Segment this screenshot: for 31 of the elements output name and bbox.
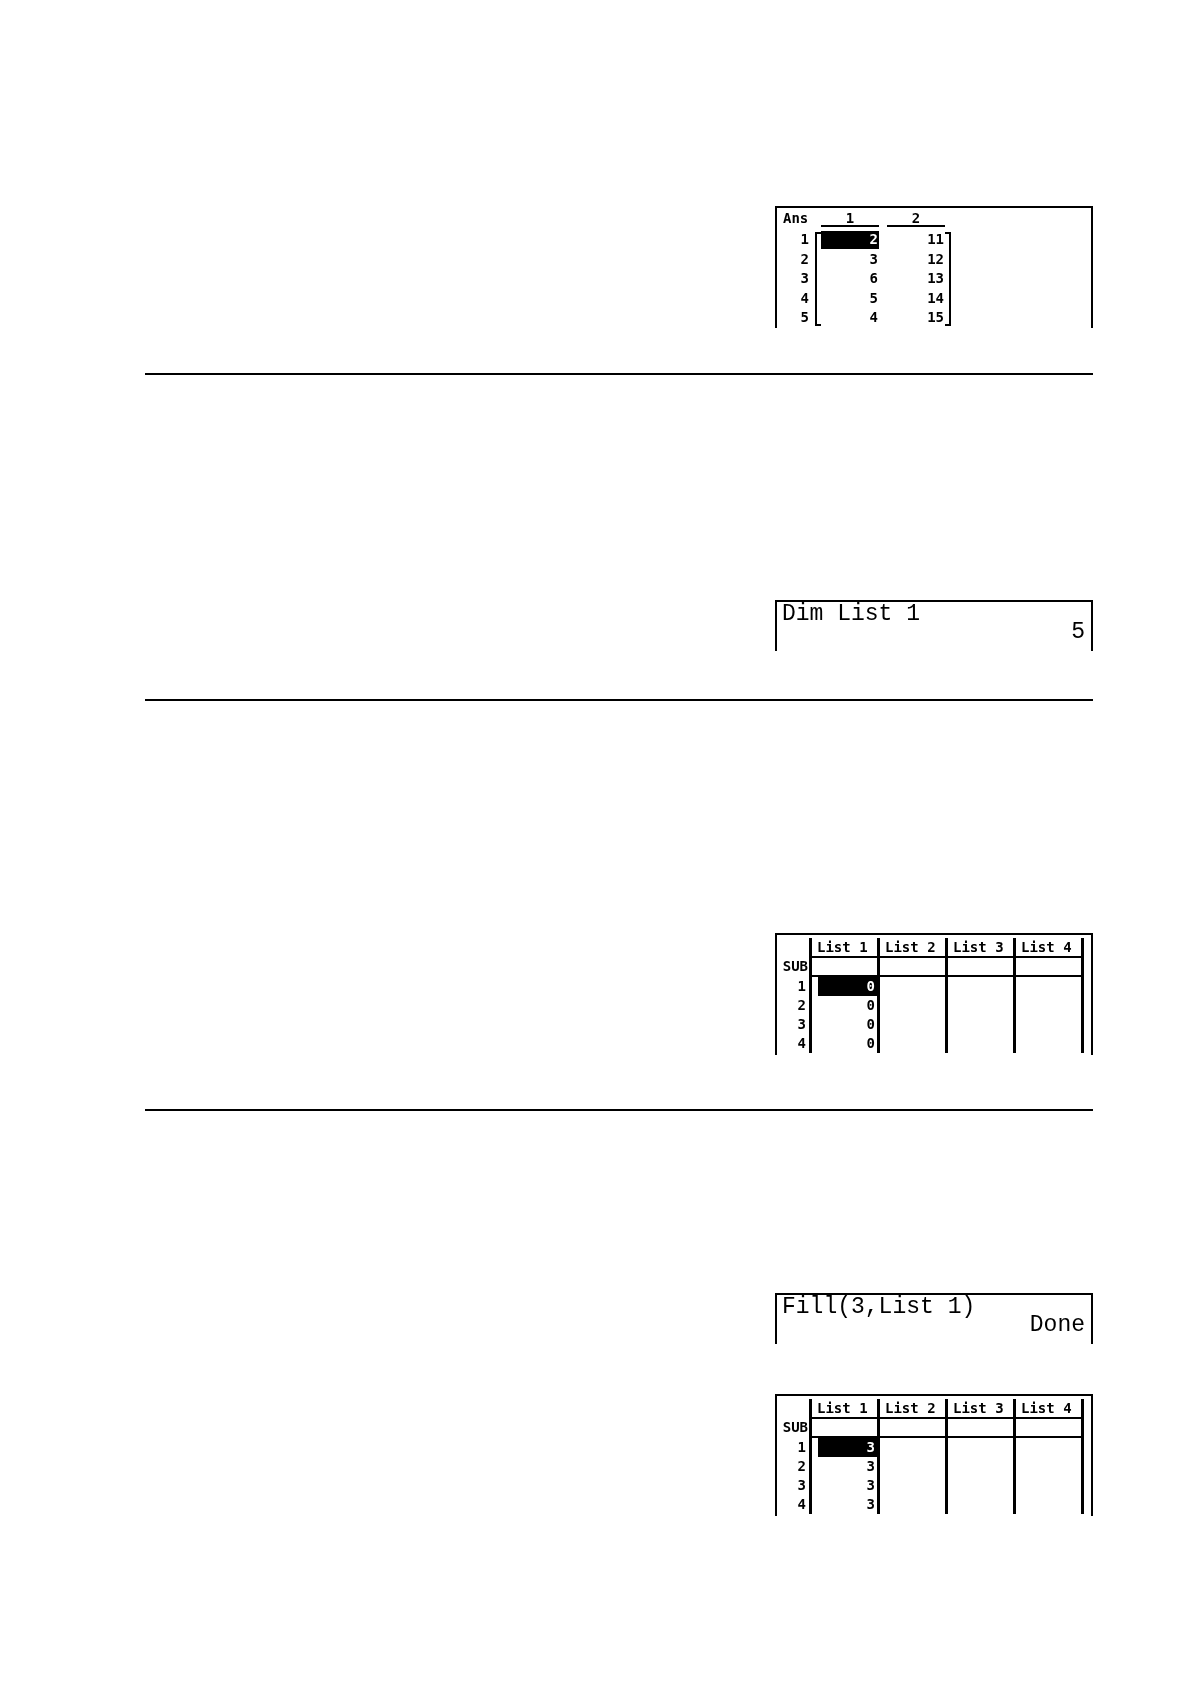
row-label: 4 — [797, 1034, 806, 1053]
column-header[interactable]: List 2 — [880, 1399, 936, 1417]
row-label: 3 — [797, 1476, 806, 1495]
result-text: Done — [1029, 1316, 1085, 1334]
matrix-name: Ans — [783, 211, 809, 225]
sub-label: SUB — [782, 958, 808, 975]
row-label: 2 — [797, 996, 806, 1015]
matrix-cell[interactable]: 2 — [821, 231, 879, 249]
row-label: 4 — [797, 1495, 806, 1514]
sub-label: SUB — [782, 1419, 808, 1436]
row-label: 1 — [800, 230, 809, 249]
column-header: 1 — [821, 211, 879, 227]
result-text: 5 — [1071, 623, 1085, 641]
row-label: 3 — [797, 1015, 806, 1034]
column-header[interactable]: List 3 — [948, 938, 1004, 956]
row-label: 3 — [800, 269, 809, 288]
row-label: 1 — [797, 1438, 806, 1457]
row-label: 4 — [800, 288, 809, 308]
row-label: 2 — [800, 249, 809, 269]
column-header[interactable]: List 3 — [948, 1399, 1004, 1417]
column-header: 2 — [887, 211, 945, 227]
column-header[interactable]: List 1 — [812, 938, 868, 956]
column-header[interactable]: List 2 — [880, 938, 936, 956]
list-cell[interactable]: 3 — [818, 1438, 877, 1457]
row-label: 2 — [797, 1457, 806, 1476]
row-label: 1 — [797, 977, 806, 996]
row-label: 5 — [800, 308, 809, 327]
column-header[interactable]: List 1 — [812, 1399, 868, 1417]
column-header[interactable]: List 4 — [1016, 1399, 1072, 1417]
list-cell[interactable]: 0 — [818, 977, 877, 996]
column-header[interactable]: List 4 — [1016, 938, 1072, 956]
